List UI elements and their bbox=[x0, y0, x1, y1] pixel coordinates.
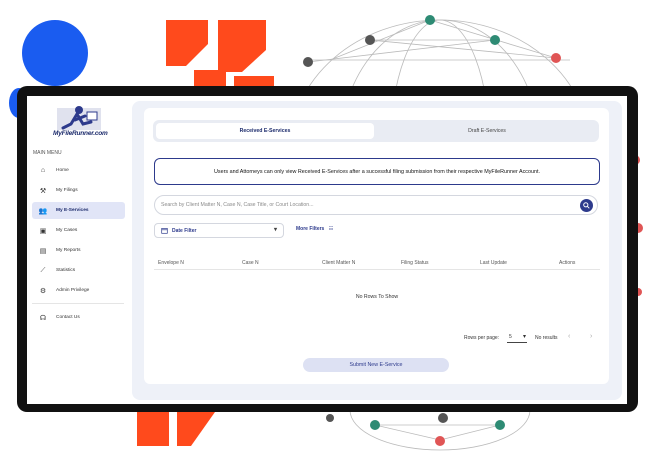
sidebar-item-label: Admin Privilege bbox=[56, 288, 90, 293]
tab-bar: Received E-Services Draft E-Services bbox=[153, 120, 599, 142]
sidebar-item-statistics[interactable]: ⟋ Statistics bbox=[32, 262, 125, 279]
column-header[interactable]: Case N bbox=[242, 260, 259, 266]
prev-page-icon[interactable]: ‹ bbox=[568, 333, 570, 340]
sidebar-item-label: Home bbox=[56, 168, 69, 173]
info-notice: Users and Attorneys can only view Receiv… bbox=[154, 158, 600, 185]
calendar-icon bbox=[161, 228, 168, 234]
submit-new-e-service-button[interactable]: Submit New E-Service bbox=[303, 358, 449, 372]
gavel-icon: ⚒ bbox=[39, 187, 47, 195]
sidebar-item-label: Statistics bbox=[56, 268, 76, 273]
next-page-icon[interactable]: › bbox=[590, 333, 592, 340]
statistics-icon: ⟋ bbox=[40, 266, 46, 274]
caret-down-icon: ▾ bbox=[522, 334, 526, 340]
sidebar-item-contact-us[interactable]: ☊ Contact Us bbox=[32, 309, 125, 326]
search-button[interactable] bbox=[580, 199, 593, 212]
rows-per-page-value: 5 bbox=[509, 334, 512, 340]
search-icon bbox=[583, 202, 590, 209]
more-filters-button[interactable]: More Filters ☷ bbox=[296, 226, 333, 232]
tab-draft-e-services[interactable]: Draft E-Services bbox=[378, 123, 596, 139]
filter-sliders-icon: ☷ bbox=[328, 226, 334, 232]
more-filters-label: More Filters bbox=[296, 226, 325, 232]
brand-logo-text: MyFileRunner.com bbox=[53, 130, 108, 137]
reports-icon: ▤ bbox=[39, 247, 47, 255]
caret-down-icon: ▾ bbox=[273, 227, 277, 233]
e-services-panel: Received E-Services Draft E-Services Use… bbox=[144, 108, 609, 384]
search-input[interactable]: Search by Client Matter N, Case N, Case … bbox=[161, 202, 314, 208]
rows-per-page-select[interactable]: 5 ▾ bbox=[507, 332, 527, 343]
sidebar-item-admin-privilege[interactable]: ⚙ Admin Privilege bbox=[32, 282, 125, 299]
sidebar-item-my-e-services[interactable]: 👥 My E-Services bbox=[32, 202, 125, 219]
cases-icon: ▣ bbox=[39, 227, 47, 235]
marketing-stage: MyFileRunner.com MAIN MENU ⌂ Home ⚒ My F… bbox=[0, 0, 653, 458]
app-screen: MyFileRunner.com MAIN MENU ⌂ Home ⚒ My F… bbox=[27, 96, 627, 404]
search-field[interactable]: Search by Client Matter N, Case N, Case … bbox=[154, 195, 598, 215]
admin-icon: ⚙ bbox=[39, 287, 47, 295]
column-header[interactable]: Filing Status bbox=[401, 260, 429, 266]
date-filter-label: Date Filter bbox=[172, 227, 197, 234]
column-header[interactable]: Envelope N bbox=[158, 260, 184, 266]
sidebar-item-label: My E-Services bbox=[56, 208, 89, 213]
column-header: Actions bbox=[559, 260, 576, 266]
pagination-results: No results bbox=[535, 335, 558, 341]
rows-per-page-label: Rows per page: bbox=[464, 335, 500, 341]
sidebar-divider bbox=[32, 303, 124, 304]
main-menu-label: MAIN MENU bbox=[33, 150, 62, 156]
empty-table-message: No Rows To Show bbox=[355, 294, 399, 300]
sidebar-item-my-filings[interactable]: ⚒ My Filings bbox=[32, 182, 125, 199]
tab-received-e-services[interactable]: Received E-Services bbox=[156, 123, 374, 139]
sidebar-item-home[interactable]: ⌂ Home bbox=[32, 162, 125, 179]
sidebar-item-label: My Cases bbox=[56, 228, 78, 233]
headset-icon: ☊ bbox=[39, 314, 47, 322]
sidebar-item-label: My Reports bbox=[56, 248, 81, 253]
column-header[interactable]: Last Update bbox=[480, 260, 507, 266]
sidebar-item-my-reports[interactable]: ▤ My Reports bbox=[32, 242, 125, 259]
column-header[interactable]: Client Matter N bbox=[322, 260, 355, 266]
date-filter-dropdown[interactable]: Date Filter ▾ bbox=[154, 223, 284, 238]
sidebar-item-my-cases[interactable]: ▣ My Cases bbox=[32, 222, 125, 239]
sidebar: MyFileRunner.com MAIN MENU ⌂ Home ⚒ My F… bbox=[27, 96, 127, 404]
table-header: Envelope N Case N Client Matter N Filing… bbox=[154, 258, 600, 270]
users-icon: 👥 bbox=[38, 207, 48, 215]
sidebar-item-label: Contact Us bbox=[56, 315, 80, 320]
sidebar-item-label: My Filings bbox=[56, 188, 78, 193]
home-icon: ⌂ bbox=[40, 167, 46, 174]
